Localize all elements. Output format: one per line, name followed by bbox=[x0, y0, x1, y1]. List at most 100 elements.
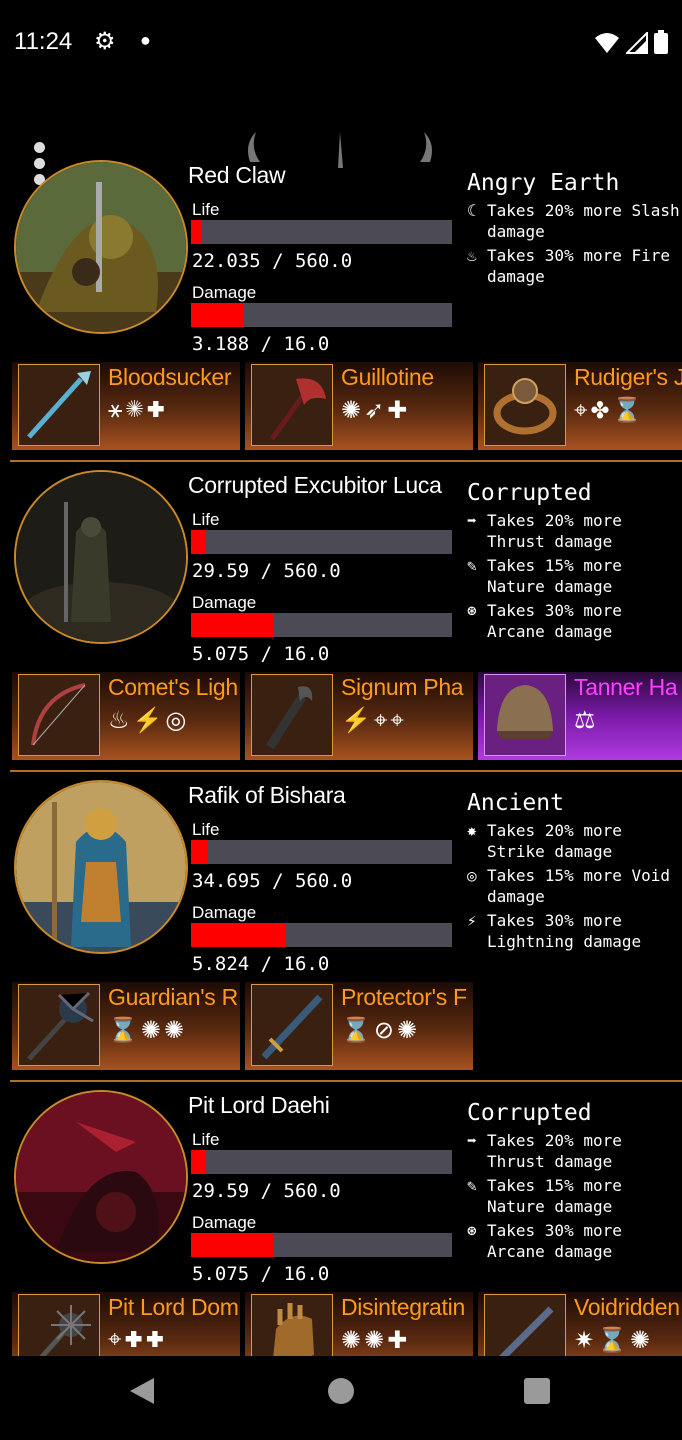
affix-effect: ➡ Takes 20% more Thrust damage bbox=[467, 510, 682, 552]
thrust-icon: ➡ bbox=[467, 1131, 477, 1150]
boss-name: Pit Lord Daehi bbox=[188, 1092, 330, 1118]
item-card[interactable]: Guardian's R ⌛✺✺ bbox=[12, 982, 240, 1070]
item-card[interactable]: Pit Lord Dom ⌖✚✚ bbox=[12, 1292, 240, 1356]
damage-label: Damage bbox=[192, 593, 257, 612]
claw-icon bbox=[251, 674, 333, 756]
wifi-icon bbox=[595, 33, 619, 53]
life-label: Life bbox=[192, 200, 220, 219]
item-card[interactable]: Voidridden ✷⌛✺ bbox=[478, 1292, 682, 1356]
item-name: Tanner Ha bbox=[574, 674, 678, 700]
damage-value: 5.824 / 16.0 bbox=[192, 953, 330, 975]
item-row: Bloodsucker ⚹✺✚ Guillotine ✺➶✚ Rudiger's… bbox=[12, 362, 682, 452]
affix-panel: Angry Earth ☾ Takes 20% more Slash damag… bbox=[467, 170, 682, 290]
affix-effect: ⊛ Takes 30% more Arcane damage bbox=[467, 1220, 682, 1262]
affix-panel: Corrupted ➡ Takes 20% more Thrust damage… bbox=[467, 480, 682, 645]
boss-card[interactable]: Red Claw Life 22.035 / 560.0 Damage 3.18… bbox=[0, 152, 682, 462]
item-symbols: ⚖ bbox=[574, 707, 599, 734]
status-time: 11:24 bbox=[14, 28, 73, 55]
boss-card[interactable]: Corrupted Excubitor Luca Life 29.59 / 56… bbox=[0, 462, 682, 772]
helmet-icon bbox=[484, 674, 566, 756]
affix-panel: Corrupted ➡ Takes 20% more Thrust damage… bbox=[467, 1100, 682, 1265]
void-icon: ◎ bbox=[467, 866, 477, 885]
damage-label: Damage bbox=[192, 283, 257, 302]
affix-effect: ♨ Takes 30% more Fire damage bbox=[467, 245, 682, 287]
status-bar: 11:24 ⚙ ● bbox=[0, 0, 682, 88]
boss-portrait bbox=[14, 160, 188, 334]
affix-effect: ◎ Takes 15% more Void damage bbox=[467, 865, 682, 907]
life-bar bbox=[191, 1150, 452, 1174]
recents-icon[interactable] bbox=[524, 1378, 550, 1404]
battery-icon bbox=[654, 30, 668, 54]
life-label: Life bbox=[192, 1130, 220, 1149]
damage-bar bbox=[191, 303, 452, 327]
item-symbols: ⌖✚✚ bbox=[108, 1326, 167, 1353]
affix-title: Corrupted bbox=[467, 480, 592, 506]
affix-effect: ✎ Takes 15% more Nature damage bbox=[467, 555, 682, 597]
affix-effect: ⊛ Takes 30% more Arcane damage bbox=[467, 600, 682, 642]
item-name: Comet's Ligh bbox=[108, 674, 238, 700]
arcane-icon: ⊛ bbox=[467, 1221, 477, 1240]
life-bar bbox=[191, 840, 452, 864]
item-symbols: ⚡⌖⌖ bbox=[341, 707, 407, 734]
life-label: Life bbox=[192, 820, 220, 839]
life-bar bbox=[191, 530, 452, 554]
home-icon[interactable] bbox=[328, 1378, 354, 1404]
affix-effect-text: Takes 20% more Strike damage bbox=[487, 821, 622, 861]
item-name: Bloodsucker bbox=[108, 364, 232, 390]
affix-effect-text: Takes 15% more Void damage bbox=[487, 866, 671, 906]
item-symbols: ✺➶✚ bbox=[341, 397, 411, 424]
damage-bar bbox=[191, 613, 452, 637]
gear-icon: ⚙ bbox=[94, 28, 116, 55]
nature-icon: ✎ bbox=[467, 556, 477, 575]
life-bar-fill bbox=[191, 1150, 205, 1174]
item-card[interactable]: Rudiger's J ⌖✤⌛ bbox=[478, 362, 682, 450]
boss-list[interactable]: Red Claw Life 22.035 / 560.0 Damage 3.18… bbox=[0, 152, 682, 1356]
item-symbols: ✷⌛✺ bbox=[574, 1327, 654, 1354]
bow-icon bbox=[18, 674, 100, 756]
damage-bar-fill bbox=[191, 923, 286, 947]
life-bar-fill bbox=[191, 530, 205, 554]
life-bar-fill bbox=[191, 220, 202, 244]
item-card[interactable]: Tanner Ha ⚖ bbox=[478, 672, 682, 760]
notification-dot-icon: ● bbox=[140, 30, 151, 50]
item-card[interactable]: Disintegratin ✺✺✚ bbox=[245, 1292, 473, 1356]
boss-card[interactable]: Pit Lord Daehi Life 29.59 / 560.0 Damage… bbox=[0, 1082, 682, 1356]
item-card[interactable]: Bloodsucker ⚹✺✚ bbox=[12, 362, 240, 450]
rifle-icon bbox=[484, 1294, 566, 1356]
sword-icon bbox=[251, 984, 333, 1066]
affix-effect-text: Takes 15% more Nature damage bbox=[487, 1176, 622, 1216]
back-icon[interactable] bbox=[130, 1378, 154, 1404]
damage-bar-fill bbox=[191, 613, 274, 637]
affix-effect: ➡ Takes 20% more Thrust damage bbox=[467, 1130, 682, 1172]
mace-icon bbox=[18, 984, 100, 1066]
life-value: 29.59 / 560.0 bbox=[192, 560, 341, 582]
item-card[interactable]: Comet's Ligh ♨⚡◎ bbox=[12, 672, 240, 760]
item-name: Guillotine bbox=[341, 364, 434, 390]
affix-effect-text: Takes 20% more Slash damage bbox=[487, 201, 680, 241]
boss-card[interactable]: Rafik of Bishara Life 34.695 / 560.0 Dam… bbox=[0, 772, 682, 1082]
slash-icon: ☾ bbox=[467, 201, 477, 220]
item-card[interactable]: Signum Pha ⚡⌖⌖ bbox=[245, 672, 473, 760]
damage-bar-fill bbox=[191, 303, 243, 327]
affix-effect-text: Takes 20% more Thrust damage bbox=[487, 1131, 622, 1171]
damage-label: Damage bbox=[192, 903, 257, 922]
boss-name: Corrupted Excubitor Luca bbox=[188, 472, 442, 498]
life-bar-fill bbox=[191, 840, 208, 864]
affix-effect-text: Takes 15% more Nature damage bbox=[487, 556, 622, 596]
arcane-icon: ⊛ bbox=[467, 601, 477, 620]
item-name: Pit Lord Dom bbox=[108, 1294, 239, 1320]
item-card[interactable]: Guillotine ✺➶✚ bbox=[245, 362, 473, 450]
item-card[interactable]: Protector's F ⌛⊘✺ bbox=[245, 982, 473, 1070]
affix-effect: ✎ Takes 15% more Nature damage bbox=[467, 1175, 682, 1217]
item-name: Disintegratin bbox=[341, 1294, 465, 1320]
item-symbols: ✺✺✚ bbox=[341, 1327, 411, 1354]
affix-title: Corrupted bbox=[467, 1100, 592, 1126]
item-symbols: ♨⚡◎ bbox=[108, 707, 190, 734]
life-bar bbox=[191, 220, 452, 244]
damage-value: 5.075 / 16.0 bbox=[192, 643, 330, 665]
affix-effect: ✸ Takes 20% more Strike damage bbox=[467, 820, 682, 862]
lightning-icon: ⚡ bbox=[467, 911, 477, 930]
morningstar-icon bbox=[18, 1294, 100, 1356]
affix-title: Angry Earth bbox=[467, 170, 620, 196]
gauntlet-icon bbox=[251, 1294, 333, 1356]
